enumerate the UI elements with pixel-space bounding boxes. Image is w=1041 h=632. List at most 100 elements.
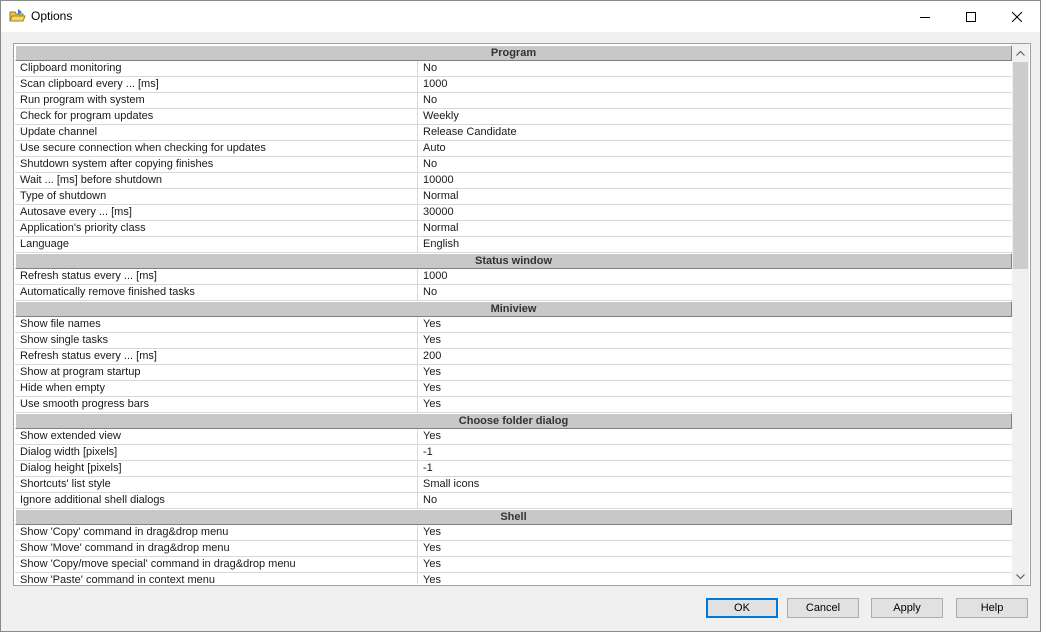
help-button[interactable]: Help: [956, 598, 1028, 618]
option-row[interactable]: Ignore additional shell dialogs No: [15, 493, 1012, 509]
option-row[interactable]: Language English: [15, 237, 1012, 253]
option-value[interactable]: Yes: [418, 429, 1012, 445]
option-value[interactable]: Yes: [418, 557, 1012, 573]
option-row[interactable]: Type of shutdown Normal: [15, 189, 1012, 205]
maximize-icon: [966, 11, 976, 22]
option-name: Use secure connection when checking for …: [15, 141, 418, 157]
option-row[interactable]: Hide when empty Yes: [15, 381, 1012, 397]
option-value[interactable]: No: [418, 61, 1012, 77]
close-button[interactable]: [994, 1, 1040, 32]
option-row[interactable]: Use smooth progress bars Yes: [15, 397, 1012, 413]
option-row[interactable]: Shutdown system after copying finishes No: [15, 157, 1012, 173]
option-row[interactable]: Show file names Yes: [15, 317, 1012, 333]
option-name: Ignore additional shell dialogs: [15, 493, 418, 509]
option-name: Type of shutdown: [15, 189, 418, 205]
option-row[interactable]: Check for program updates Weekly: [15, 109, 1012, 125]
option-value[interactable]: Normal: [418, 221, 1012, 237]
option-row[interactable]: Autosave every ... [ms] 30000: [15, 205, 1012, 221]
option-value[interactable]: 1000: [418, 77, 1012, 93]
scroll-thumb[interactable]: [1013, 62, 1028, 269]
ok-button[interactable]: OK: [706, 598, 778, 618]
option-value[interactable]: Yes: [418, 365, 1012, 381]
scroll-down-button[interactable]: [1012, 568, 1029, 585]
apply-button[interactable]: Apply: [871, 598, 943, 618]
vertical-scrollbar[interactable]: [1012, 44, 1029, 585]
option-value[interactable]: No: [418, 493, 1012, 509]
option-name: Wait ... [ms] before shutdown: [15, 173, 418, 189]
scroll-up-button[interactable]: [1012, 44, 1029, 61]
option-row[interactable]: Show 'Move' command in drag&drop menu Yes: [15, 541, 1012, 557]
option-value[interactable]: -1: [418, 461, 1012, 477]
title-bar[interactable]: Options: [1, 1, 1040, 32]
option-value[interactable]: Yes: [418, 525, 1012, 541]
option-row[interactable]: Clipboard monitoring No: [15, 61, 1012, 77]
option-value[interactable]: Small icons: [418, 477, 1012, 493]
option-name: Shutdown system after copying finishes: [15, 157, 418, 173]
option-value[interactable]: Yes: [418, 381, 1012, 397]
option-value[interactable]: 30000: [418, 205, 1012, 221]
window-title: Options: [31, 9, 73, 23]
option-row[interactable]: Update channel Release Candidate: [15, 125, 1012, 141]
section-header[interactable]: Program: [15, 45, 1012, 61]
option-name: Refresh status every ... [ms]: [15, 269, 418, 285]
option-row[interactable]: Dialog height [pixels] -1: [15, 461, 1012, 477]
option-row[interactable]: Use secure connection when checking for …: [15, 141, 1012, 157]
option-row[interactable]: Dialog width [pixels] -1: [15, 445, 1012, 461]
option-value[interactable]: English: [418, 237, 1012, 253]
option-row[interactable]: Show 'Copy' command in drag&drop menu Yes: [15, 525, 1012, 541]
section-header[interactable]: Status window: [15, 253, 1012, 269]
option-value[interactable]: 1000: [418, 269, 1012, 285]
option-value[interactable]: No: [418, 157, 1012, 173]
option-row[interactable]: Refresh status every ... [ms] 1000: [15, 269, 1012, 285]
option-row[interactable]: Show extended view Yes: [15, 429, 1012, 445]
option-row[interactable]: Shortcuts' list style Small icons: [15, 477, 1012, 493]
option-row[interactable]: Run program with system No: [15, 93, 1012, 109]
option-value[interactable]: No: [418, 285, 1012, 301]
option-value[interactable]: No: [418, 93, 1012, 109]
option-value[interactable]: Auto: [418, 141, 1012, 157]
option-value[interactable]: Yes: [418, 541, 1012, 557]
option-value[interactable]: Yes: [418, 317, 1012, 333]
option-value[interactable]: Yes: [418, 397, 1012, 413]
option-name: Hide when empty: [15, 381, 418, 397]
option-row[interactable]: Application's priority class Normal: [15, 221, 1012, 237]
section-header[interactable]: Miniview: [15, 301, 1012, 317]
option-value[interactable]: Weekly: [418, 109, 1012, 125]
option-name: Use smooth progress bars: [15, 397, 418, 413]
option-row[interactable]: Show 'Copy/move special' command in drag…: [15, 557, 1012, 573]
option-name: Show at program startup: [15, 365, 418, 381]
option-value[interactable]: -1: [418, 445, 1012, 461]
option-row[interactable]: Automatically remove finished tasks No: [15, 285, 1012, 301]
option-value[interactable]: Normal: [418, 189, 1012, 205]
option-row[interactable]: Show 'Paste' command in context menu Yes: [15, 573, 1012, 583]
option-name: Show 'Copy/move special' command in drag…: [15, 557, 418, 573]
option-name: Show file names: [15, 317, 418, 333]
option-name: Clipboard monitoring: [15, 61, 418, 77]
option-name: Show 'Paste' command in context menu: [15, 573, 418, 583]
minimize-button[interactable]: [902, 1, 948, 32]
option-value[interactable]: 10000: [418, 173, 1012, 189]
options-grid-frame: Program Clipboard monitoring No Scan clipbo…: [13, 43, 1031, 586]
maximize-button[interactable]: [948, 1, 994, 32]
option-name: Run program with system: [15, 93, 418, 109]
option-value[interactable]: 200: [418, 349, 1012, 365]
option-row[interactable]: Wait ... [ms] before shutdown 10000: [15, 173, 1012, 189]
chevron-down-icon: [1016, 573, 1025, 579]
option-name: Language: [15, 237, 418, 253]
option-name: Refresh status every ... [ms]: [15, 349, 418, 365]
option-value[interactable]: Release Candidate: [418, 125, 1012, 141]
option-value[interactable]: Yes: [418, 333, 1012, 349]
option-row[interactable]: Show single tasks Yes: [15, 333, 1012, 349]
minimize-icon: [920, 16, 930, 18]
section-header[interactable]: Choose folder dialog: [15, 413, 1012, 429]
option-row[interactable]: Refresh status every ... [ms] 200: [15, 349, 1012, 365]
option-row[interactable]: Scan clipboard every ... [ms] 1000: [15, 77, 1012, 93]
cancel-button[interactable]: Cancel: [787, 598, 859, 618]
option-row[interactable]: Show at program startup Yes: [15, 365, 1012, 381]
option-name: Show extended view: [15, 429, 418, 445]
app-icon: [9, 8, 26, 23]
option-name: Shortcuts' list style: [15, 477, 418, 493]
chevron-up-icon: [1016, 50, 1025, 56]
option-value[interactable]: Yes: [418, 573, 1012, 583]
section-header[interactable]: Shell: [15, 509, 1012, 525]
